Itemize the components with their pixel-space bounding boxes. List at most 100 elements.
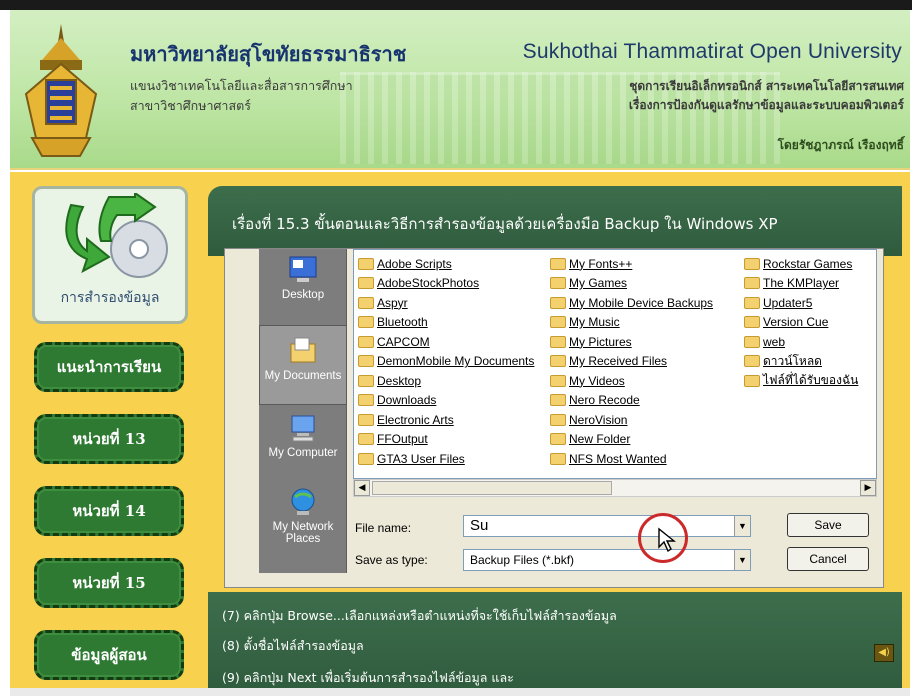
place-my-computer[interactable]: My Computer [259,413,347,483]
save-type-select[interactable]: Backup Files (*.bkf) ▼ [463,549,751,571]
nav-unit-15-button[interactable]: หน่วยที่ 15 [34,558,184,608]
folder-name: AdobeStockPhotos [377,276,480,291]
folder-icon [550,374,566,387]
folder-item[interactable]: Aspyr [358,293,534,313]
folder-item[interactable]: Electronic Arts [358,410,534,430]
folder-item[interactable]: Nero Recode [550,391,713,411]
folder-name: Downloads [377,393,437,408]
folder-item[interactable]: New Folder [550,430,713,450]
instructions-panel: (7) คลิกปุ่ม Browse...เลือกแหล่งหรือตำแห… [208,592,902,696]
folder-icon [358,355,374,368]
folder-item[interactable]: Version Cue [744,313,858,333]
folder-item[interactable]: The KMPlayer [744,274,858,294]
folder-item[interactable]: Desktop [358,371,534,391]
folder-item[interactable]: My Music [550,313,713,333]
lesson-title: เรื่องที่ 15.3 ขั้นตอนและวิธีการสำรองข้อ… [232,215,778,233]
folder-name: New Folder [569,432,631,447]
place-desktop[interactable]: Desktop [259,255,347,315]
folder-item[interactable]: Bluetooth [358,313,534,333]
folder-item[interactable]: web [744,332,858,352]
folder-name: The KMPlayer [763,276,840,291]
folder-icon [358,296,374,309]
file-name-input[interactable]: Su ▼ [463,515,751,537]
place-network[interactable]: My Network Places [259,487,347,567]
folder-item[interactable]: DemonMobile My Documents [358,352,534,372]
folder-item[interactable]: NFS Most Wanted [550,449,713,469]
folder-icon [744,335,760,348]
place-label-network: My Network Places [272,521,334,545]
folder-item[interactable]: ดาวน์โหลด [744,352,858,372]
folder-item[interactable]: GTA3 User Files [358,449,534,469]
file-name-dropdown-icon[interactable]: ▼ [734,516,750,536]
university-name-th: มหาวิทยาลัยสุโขทัยธรรมาธิราช [130,42,407,66]
folder-icon [550,335,566,348]
folder-item[interactable]: NeroVision [550,410,713,430]
folder-name: NeroVision [569,412,628,427]
folder-name: Updater5 [763,295,813,310]
nav-unit-14-button[interactable]: หน่วยที่ 14 [34,486,184,536]
nav-introduction-button[interactable]: แนะนำการเรียน [34,342,184,392]
folder-icon [358,413,374,426]
place-my-documents[interactable]: My Documents [259,325,347,405]
topic-card[interactable]: การสำรองข้อมูล [32,186,188,324]
folder-icon [744,296,760,309]
folder-list[interactable]: Adobe Scripts AdobeStockPhotos Aspyr Blu… [353,249,877,479]
save-button[interactable]: Save [787,513,869,537]
folder-icon [550,394,566,407]
folder-name: Version Cue [763,315,829,330]
folder-item[interactable]: My Videos [550,371,713,391]
folder-item[interactable]: Updater5 [744,293,858,313]
department-line-1: แขนงวิชาเทคโนโลยีและสื่อสารการศึกษา [130,78,353,93]
horizontal-scrollbar[interactable]: ◀ ▶ [353,479,877,497]
folder-item[interactable]: AdobeStockPhotos [358,274,534,294]
save-type-dropdown-icon[interactable]: ▼ [734,550,750,570]
save-dialog: Desktop My Documents My Computer My Netw… [224,248,884,588]
folder-column-2: My Fonts++ My Games My Mobile Device Bac… [550,254,713,469]
bottom-border [10,688,910,696]
scroll-thumb[interactable] [372,481,612,495]
scroll-right-icon[interactable]: ▶ [860,480,876,496]
top-border [0,0,912,10]
nav-unit-13-button[interactable]: หน่วยที่ 13 [34,414,184,464]
folder-icon [550,413,566,426]
folder-item[interactable]: FFOutput [358,430,534,450]
folder-icon [358,335,374,348]
folder-name: My Pictures [569,334,632,349]
folder-icon [744,374,760,387]
folder-item[interactable]: My Pictures [550,332,713,352]
nav-instructor-button[interactable]: ข้อมูลผู้สอน [34,630,184,680]
step-7: (7) คลิกปุ่ม Browse...เลือกแหล่งหรือตำแห… [222,608,617,623]
folder-item[interactable]: My Fonts++ [550,254,713,274]
folder-item[interactable]: My Received Files [550,352,713,372]
speaker-icon[interactable]: ◀) [874,644,894,662]
folder-item[interactable]: CAPCOM [358,332,534,352]
folder-item[interactable]: Rockstar Games [744,254,858,274]
folder-item[interactable]: My Games [550,274,713,294]
file-name-value: Su [470,517,489,534]
folder-name: My Mobile Device Backups [569,295,714,310]
folder-name: Adobe Scripts [377,256,452,271]
backup-arrows-icon [65,193,168,278]
folder-item[interactable]: ไฟล์ที่ได้รับของฉัน [744,371,858,391]
place-label-my-documents: My Documents [264,370,342,382]
save-type-value: Backup Files (*.bkf) [470,553,575,567]
folder-name: Nero Recode [569,393,640,408]
folder-name: My Music [569,315,620,330]
course-line-2: เรื่องการป้องกันดูแลรักษาข้อมูลและระบบคอ… [628,98,904,112]
step-8: (8) ตั้งชื่อไฟล์สำรองข้อมูล [222,638,364,653]
folder-name: DemonMobile My Documents [377,354,535,369]
folder-name: Rockstar Games [763,256,853,271]
folder-item[interactable]: My Mobile Device Backups [550,293,713,313]
cancel-button[interactable]: Cancel [787,547,869,571]
place-label-my-computer: My Computer [268,447,338,459]
folder-name: My Fonts++ [569,256,633,271]
folder-icon [358,277,374,290]
folder-name: Aspyr [377,295,408,310]
folder-icon [550,433,566,446]
places-bar: Desktop My Documents My Computer My Netw… [259,249,347,573]
folder-item[interactable]: Adobe Scripts [358,254,534,274]
folder-icon [358,452,374,465]
folder-item[interactable]: Downloads [358,391,534,411]
scroll-left-icon[interactable]: ◀ [354,480,370,496]
folder-name: CAPCOM [377,334,430,349]
